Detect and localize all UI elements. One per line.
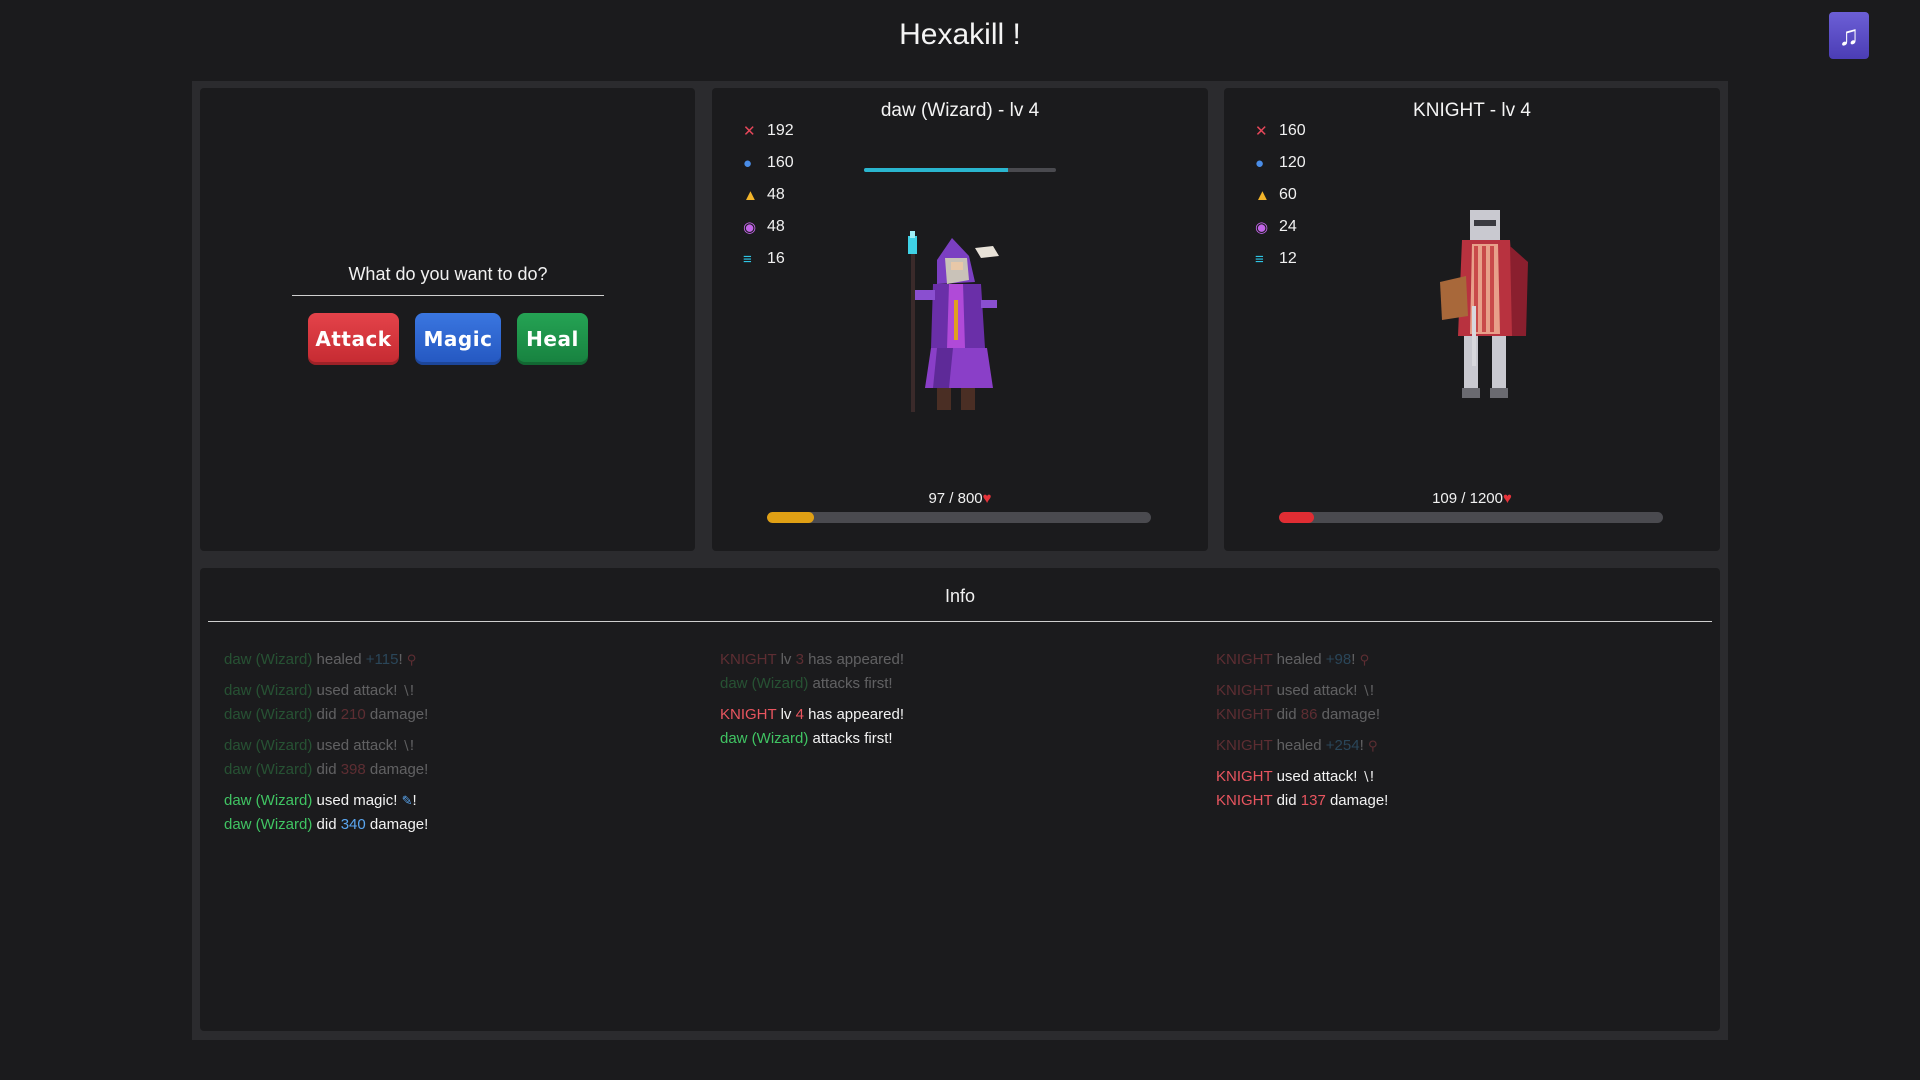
player-hp-bar (767, 512, 1151, 523)
player-panel: ✕ 192 ● 160 ▲ 48 ◉ 48 ≡ 16 daw (Wizard) - lv … (712, 88, 1208, 551)
enemy-hp-bar (1279, 512, 1663, 523)
enemy-hp-text: 109 / 1200♥ (1224, 490, 1720, 507)
log-entry: KNIGHT used attack! ∖! KNIGHT did 86 dam… (1216, 682, 1380, 723)
sword-icon: ✕ (1255, 123, 1268, 140)
game-title: Hexakill ! (899, 18, 1021, 51)
log-entry: daw (Wizard) used attack! ∖! daw (Wizard… (224, 682, 429, 723)
attack-button[interactable]: Attack (308, 313, 399, 365)
resist-orb-icon: ◉ (743, 219, 757, 236)
player-name: daw (Wizard) - lv 4 (880, 100, 1040, 121)
log-entry: daw (Wizard) used magic! ✎! daw (Wizard)… (224, 792, 429, 833)
enemy-hp-fill (1279, 512, 1314, 523)
speed-stat: ≡ 16 (743, 243, 794, 275)
enemy-name: KNIGHT - lv 4 (1413, 100, 1531, 121)
enemy-hp-value: 109 / 1200 (1432, 490, 1503, 507)
player-hp-value: 97 / 800 (928, 490, 983, 507)
music-toggle-button[interactable]: ♫ (1829, 12, 1869, 59)
enemy-panel: ✕ 160 ● 120 ▲ 60 ◉ 24 ≡ 12 KNIGHT - lv 4 109 … (1224, 88, 1720, 551)
attack-value: 192 (767, 122, 794, 139)
player-xp-bar (864, 168, 1056, 172)
magic-wand-icon: ✎ (401, 793, 413, 808)
knight-sprite (1440, 210, 1528, 398)
player-hp-fill (767, 512, 814, 523)
log-entry: KNIGHT lv 3 has appeared! daw (Wizard) a… (720, 651, 904, 692)
speed-icon: ≡ (743, 250, 752, 268)
resist-stat: ◉ 48 (743, 211, 794, 243)
resist-orb-icon: ◉ (1255, 219, 1269, 236)
log-column-player: daw (Wizard) healed +115! ⚲ daw (Wizard)… (224, 648, 704, 844)
shield-icon: ▲ (743, 186, 758, 204)
heart-icon: ♥ (1503, 490, 1512, 507)
sword-icon: ✕ (743, 123, 756, 140)
potion-icon: ⚲ (1359, 652, 1370, 667)
speed-icon: ≡ (1255, 250, 1264, 268)
sword-icon: ∖ (1361, 769, 1370, 784)
actions-panel: What do you want to do? Attack Magic Hea… (200, 88, 695, 551)
player-xp-fill (864, 168, 1008, 172)
log-entry: daw (Wizard) used attack! ∖! daw (Wizard… (224, 737, 429, 778)
resist-stat: ◉ 24 (1255, 211, 1306, 243)
info-title: Info (208, 586, 1712, 622)
log-entry: KNIGHT lv 4 has appeared! daw (Wizard) a… (720, 706, 904, 747)
log-entry: KNIGHT used attack! ∖! KNIGHT did 137 da… (1216, 768, 1389, 809)
log-entry: KNIGHT healed +254! ⚲ (1216, 737, 1378, 754)
speed-value: 16 (767, 250, 785, 267)
log-entry: KNIGHT healed +98! ⚲ (1216, 651, 1370, 668)
speed-stat: ≡ 12 (1255, 243, 1306, 275)
enemy-stats: ✕ 160 ● 120 ▲ 60 ◉ 24 ≡ 12 (1255, 115, 1306, 275)
attack-value: 160 (1279, 122, 1306, 139)
defense-stat: ▲ 60 (1255, 179, 1306, 211)
resist-value: 24 (1279, 218, 1297, 235)
magic-value: 120 (1279, 154, 1306, 171)
log-column-enemy: KNIGHT healed +98! ⚲ KNIGHT used attack!… (1216, 648, 1696, 820)
potion-icon: ⚲ (1367, 738, 1378, 753)
magic-stat: ● 160 (743, 147, 794, 179)
sword-icon: ∖ (1361, 683, 1370, 698)
player-hp-text: 97 / 800♥ (712, 490, 1208, 507)
defense-value: 48 (767, 186, 785, 203)
magic-drop-icon: ● (1255, 154, 1265, 172)
defense-value: 60 (1279, 186, 1297, 203)
magic-stat: ● 120 (1255, 147, 1306, 179)
magic-button[interactable]: Magic (415, 313, 501, 365)
sword-icon: ∖ (401, 738, 410, 753)
music-note-icon: ♫ (1838, 19, 1860, 51)
info-panel: Info daw (Wizard) healed +115! ⚲ daw (Wi… (200, 568, 1720, 1031)
heal-button[interactable]: Heal (517, 313, 588, 365)
defense-stat: ▲ 48 (743, 179, 794, 211)
log-column-events: KNIGHT lv 3 has appeared! daw (Wizard) a… (720, 648, 1200, 758)
shield-icon: ▲ (1255, 186, 1270, 204)
player-stats: ✕ 192 ● 160 ▲ 48 ◉ 48 ≡ 16 (743, 115, 794, 275)
log-entry: daw (Wizard) healed +115! ⚲ (224, 651, 417, 668)
sword-icon: ∖ (401, 683, 410, 698)
magic-value: 160 (767, 154, 794, 171)
wizard-sprite (908, 231, 999, 412)
action-question: What do you want to do? (292, 264, 604, 296)
resist-value: 48 (767, 218, 785, 235)
potion-icon: ⚲ (406, 652, 417, 667)
speed-value: 12 (1279, 250, 1297, 267)
heart-icon: ♥ (982, 490, 992, 507)
magic-drop-icon: ● (743, 154, 753, 172)
